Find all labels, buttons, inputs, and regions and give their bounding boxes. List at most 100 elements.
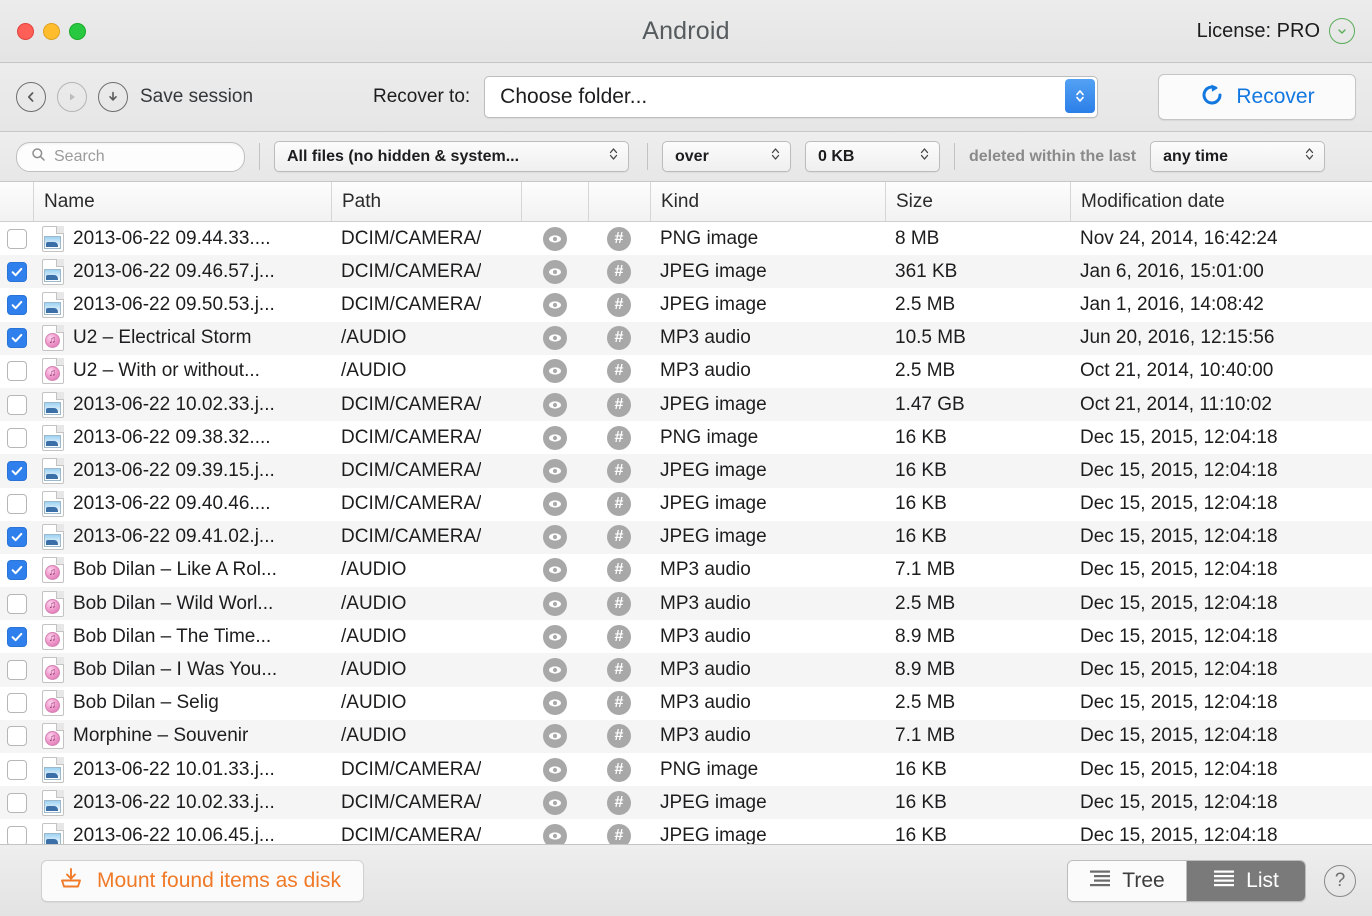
eye-icon[interactable] bbox=[543, 293, 567, 317]
row-checkbox[interactable] bbox=[7, 627, 27, 647]
row-checkbox[interactable] bbox=[7, 295, 27, 315]
table-row[interactable]: 2013-06-22 09.50.53.j...DCIM/CAMERA/#JPE… bbox=[0, 288, 1372, 321]
row-preview-cell[interactable] bbox=[521, 554, 588, 587]
row-name-cell[interactable]: 2013-06-22 09.38.32.... bbox=[33, 421, 331, 454]
row-checkbox-cell[interactable] bbox=[0, 222, 33, 255]
row-checkbox-cell[interactable] bbox=[0, 388, 33, 421]
eye-icon[interactable] bbox=[543, 227, 567, 251]
table-row[interactable]: 2013-06-22 10.02.33.j...DCIM/CAMERA/#JPE… bbox=[0, 388, 1372, 421]
hash-icon[interactable]: # bbox=[607, 293, 631, 317]
hash-icon[interactable]: # bbox=[607, 758, 631, 782]
hash-icon[interactable]: # bbox=[607, 658, 631, 682]
destination-folder-select[interactable]: Choose folder... bbox=[484, 76, 1098, 118]
column-header-date[interactable]: Modification date bbox=[1070, 182, 1372, 221]
row-hash-cell[interactable]: # bbox=[588, 388, 650, 421]
mount-found-items-button[interactable]: Mount found items as disk bbox=[41, 860, 364, 902]
close-window-button[interactable] bbox=[17, 23, 34, 40]
row-hash-cell[interactable]: # bbox=[588, 421, 650, 454]
row-hash-cell[interactable]: # bbox=[588, 288, 650, 321]
hash-icon[interactable]: # bbox=[607, 625, 631, 649]
row-preview-cell[interactable] bbox=[521, 753, 588, 786]
row-hash-cell[interactable]: # bbox=[588, 620, 650, 653]
row-checkbox[interactable] bbox=[7, 361, 27, 381]
row-checkbox-cell[interactable] bbox=[0, 620, 33, 653]
eye-icon[interactable] bbox=[543, 459, 567, 483]
eye-icon[interactable] bbox=[543, 758, 567, 782]
row-checkbox[interactable] bbox=[7, 594, 27, 614]
column-header-select[interactable] bbox=[0, 182, 33, 221]
row-checkbox-cell[interactable] bbox=[0, 819, 33, 844]
view-mode-toggle[interactable]: Tree List bbox=[1067, 860, 1306, 902]
row-name-cell[interactable]: ♫Morphine – Souvenir bbox=[33, 720, 331, 753]
hash-icon[interactable]: # bbox=[607, 260, 631, 284]
row-preview-cell[interactable] bbox=[521, 587, 588, 620]
column-header-preview[interactable] bbox=[521, 182, 588, 221]
time-range-filter[interactable]: any time bbox=[1150, 141, 1325, 172]
size-operator-filter[interactable]: over bbox=[662, 141, 791, 172]
row-name-cell[interactable]: ♫U2 – Electrical Storm bbox=[33, 322, 331, 355]
tree-view-button[interactable]: Tree bbox=[1068, 861, 1186, 901]
row-checkbox[interactable] bbox=[7, 793, 27, 813]
row-preview-cell[interactable] bbox=[521, 388, 588, 421]
row-hash-cell[interactable]: # bbox=[588, 687, 650, 720]
row-preview-cell[interactable] bbox=[521, 222, 588, 255]
row-checkbox-cell[interactable] bbox=[0, 554, 33, 587]
row-checkbox[interactable] bbox=[7, 328, 27, 348]
eye-icon[interactable] bbox=[543, 492, 567, 516]
table-row[interactable]: 2013-06-22 09.39.15.j...DCIM/CAMERA/#JPE… bbox=[0, 454, 1372, 487]
row-preview-cell[interactable] bbox=[521, 620, 588, 653]
row-checkbox[interactable] bbox=[7, 262, 27, 282]
hash-icon[interactable]: # bbox=[607, 359, 631, 383]
row-checkbox-cell[interactable] bbox=[0, 421, 33, 454]
hash-icon[interactable]: # bbox=[607, 691, 631, 715]
column-header-size[interactable]: Size bbox=[885, 182, 1070, 221]
row-preview-cell[interactable] bbox=[521, 786, 588, 819]
row-hash-cell[interactable]: # bbox=[588, 454, 650, 487]
search-input[interactable]: Search bbox=[16, 142, 245, 172]
license-status[interactable]: License: PRO bbox=[1197, 18, 1355, 44]
eye-icon[interactable] bbox=[543, 658, 567, 682]
hash-icon[interactable]: # bbox=[607, 525, 631, 549]
row-hash-cell[interactable]: # bbox=[588, 720, 650, 753]
row-checkbox-cell[interactable] bbox=[0, 653, 33, 686]
eye-icon[interactable] bbox=[543, 359, 567, 383]
row-name-cell[interactable]: 2013-06-22 09.46.57.j... bbox=[33, 255, 331, 288]
row-preview-cell[interactable] bbox=[521, 488, 588, 521]
row-hash-cell[interactable]: # bbox=[588, 521, 650, 554]
play-button[interactable] bbox=[57, 82, 87, 112]
hash-icon[interactable]: # bbox=[607, 824, 631, 844]
row-hash-cell[interactable]: # bbox=[588, 554, 650, 587]
table-row[interactable]: 2013-06-22 10.06.45.j...DCIM/CAMERA/#JPE… bbox=[0, 819, 1372, 844]
row-hash-cell[interactable]: # bbox=[588, 819, 650, 844]
row-checkbox-cell[interactable] bbox=[0, 786, 33, 819]
row-name-cell[interactable]: ♫Bob Dilan – Selig bbox=[33, 687, 331, 720]
table-row[interactable]: 2013-06-22 09.46.57.j...DCIM/CAMERA/#JPE… bbox=[0, 255, 1372, 288]
table-row[interactable]: ♫U2 – Electrical Storm/AUDIO#MP3 audio10… bbox=[0, 322, 1372, 355]
eye-icon[interactable] bbox=[543, 791, 567, 815]
maximize-window-button[interactable] bbox=[69, 23, 86, 40]
table-row[interactable]: 2013-06-22 10.01.33.j...DCIM/CAMERA/#PNG… bbox=[0, 753, 1372, 786]
file-type-filter[interactable]: All files (no hidden & system... bbox=[274, 141, 629, 172]
stepper-arrows-icon[interactable] bbox=[1065, 79, 1095, 113]
row-preview-cell[interactable] bbox=[521, 355, 588, 388]
row-name-cell[interactable]: 2013-06-22 09.41.02.j... bbox=[33, 521, 331, 554]
table-row[interactable]: ♫Bob Dilan – Like A Rol.../AUDIO#MP3 aud… bbox=[0, 554, 1372, 587]
table-row[interactable]: ♫U2 – With or without.../AUDIO#MP3 audio… bbox=[0, 355, 1372, 388]
row-hash-cell[interactable]: # bbox=[588, 322, 650, 355]
row-name-cell[interactable]: ♫Bob Dilan – Wild Worl... bbox=[33, 587, 331, 620]
table-row[interactable]: 2013-06-22 09.41.02.j...DCIM/CAMERA/#JPE… bbox=[0, 521, 1372, 554]
row-preview-cell[interactable] bbox=[521, 288, 588, 321]
row-preview-cell[interactable] bbox=[521, 521, 588, 554]
row-preview-cell[interactable] bbox=[521, 687, 588, 720]
eye-icon[interactable] bbox=[543, 525, 567, 549]
row-preview-cell[interactable] bbox=[521, 454, 588, 487]
row-checkbox-cell[interactable] bbox=[0, 753, 33, 786]
eye-icon[interactable] bbox=[543, 824, 567, 844]
hash-icon[interactable]: # bbox=[607, 326, 631, 350]
hash-icon[interactable]: # bbox=[607, 426, 631, 450]
table-row[interactable]: 2013-06-22 10.02.33.j...DCIM/CAMERA/#JPE… bbox=[0, 786, 1372, 819]
list-view-button[interactable]: List bbox=[1187, 861, 1305, 901]
row-hash-cell[interactable]: # bbox=[588, 222, 650, 255]
row-name-cell[interactable]: ♫U2 – With or without... bbox=[33, 355, 331, 388]
row-preview-cell[interactable] bbox=[521, 720, 588, 753]
